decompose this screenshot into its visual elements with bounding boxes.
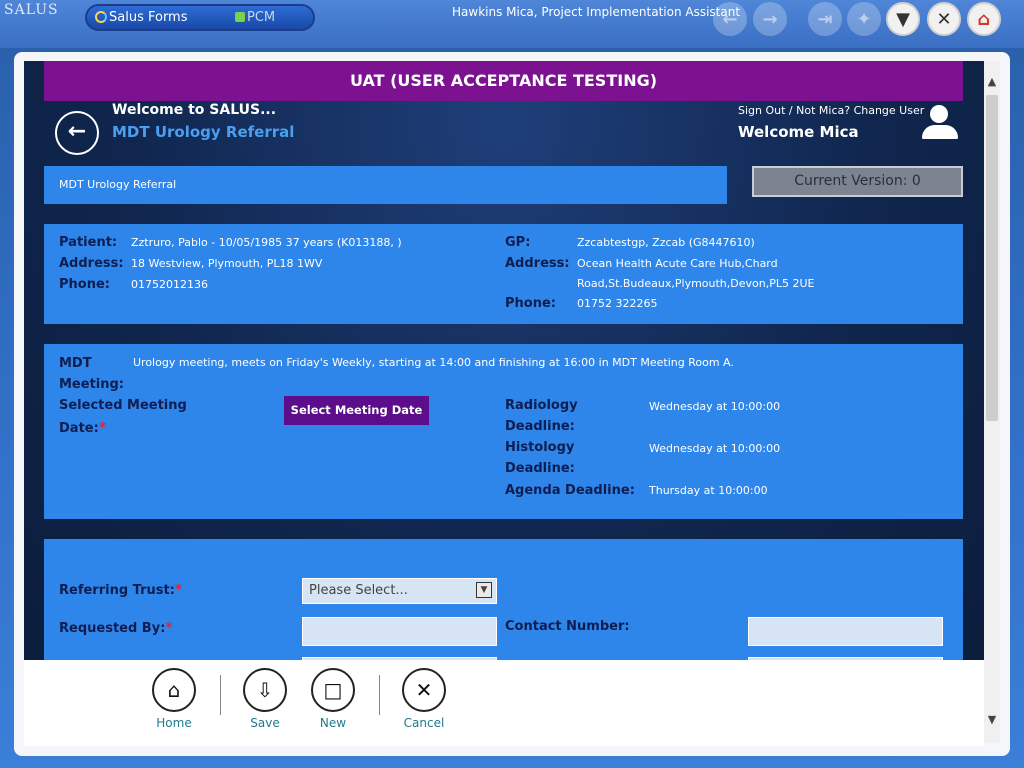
app-tab-salus-forms[interactable]: Salus Forms: [109, 10, 188, 25]
gp-address-label: Address:: [505, 256, 570, 271]
gp-phone-label: Phone:: [505, 296, 556, 311]
referring-trust-select[interactable]: Please Select... ▼: [302, 578, 497, 604]
cancel-label: Cancel: [403, 716, 445, 730]
referral-panel: Referring Trust:* Please Select... ▼ Req…: [44, 539, 963, 660]
selected-date-label-1: Selected Meeting: [59, 398, 187, 413]
agenda-value: Thursday at 10:00:00: [649, 484, 768, 497]
user-title: Hawkins Mica, Project Implementation Ass…: [452, 5, 741, 19]
exit-icon[interactable]: ⇥: [808, 2, 842, 36]
breadcrumb: MDT Urology Referral: [44, 166, 727, 204]
select-meeting-date-button[interactable]: Select Meeting Date: [284, 396, 429, 425]
bottom-action-bar: ⌂ Home ⇩ Save □ New ✕ Cancel: [24, 660, 984, 746]
mdt-label-2: Meeting:: [59, 377, 124, 392]
gp-phone-value: 01752 322265: [577, 297, 658, 310]
histology-value: Wednesday at 10:00:00: [649, 442, 781, 455]
radiology-label-2: Deadline:: [505, 419, 575, 434]
patient-panel: Patient: Zztruro, Pablo - 10/05/1985 37 …: [44, 224, 963, 324]
address-label: Address:: [59, 256, 124, 271]
salus-logo: SALUS: [4, 2, 59, 18]
new-button[interactable]: □: [311, 668, 355, 712]
salus-forms-icon: [95, 11, 107, 23]
referring-trust-label: Referring Trust:*: [59, 582, 183, 598]
cancel-button[interactable]: ✕: [402, 668, 446, 712]
scroll-thumb[interactable]: [986, 95, 998, 421]
home-icon: ⌂: [167, 678, 181, 702]
required-asterisk: *: [174, 582, 183, 598]
selected-date-label-2: Date:*: [59, 420, 107, 436]
divider: [220, 675, 221, 715]
vertical-scrollbar[interactable]: ▲ ▼: [984, 61, 1000, 743]
requested-by-label: Requested By:*: [59, 620, 173, 636]
meeting-panel: MDT Meeting: Urology meeting, meets on F…: [44, 344, 963, 519]
gp-address-line1: Ocean Health Acute Care Hub,Chard: [577, 257, 778, 270]
document-icon: □: [323, 678, 343, 702]
save-label: Save: [250, 716, 280, 730]
radiology-value: Wednesday at 10:00:00: [649, 400, 781, 413]
close-icon[interactable]: ✕: [927, 2, 961, 36]
form-title: MDT Urology Referral: [112, 123, 295, 141]
pcm-icon: [235, 12, 245, 22]
app-tab-pcm[interactable]: PCM: [247, 10, 275, 25]
contact-number-label: Contact Number:: [505, 619, 630, 634]
patient-label: Patient:: [59, 235, 118, 250]
welcome-user: Welcome Mica: [738, 123, 859, 141]
mdt-value: Urology meeting, meets on Friday's Weekl…: [133, 356, 734, 369]
top-bar: SALUS Salus Forms PCM Hawkins Mica, Proj…: [0, 0, 1024, 48]
mdt-label-1: MDT: [59, 356, 92, 371]
arrow-back-icon: ←: [67, 119, 87, 144]
divider: [379, 675, 380, 715]
home-button[interactable]: ⌂: [152, 668, 196, 712]
address-value: 18 Westview, Plymouth, PL18 1WV: [131, 257, 323, 270]
chevron-down-icon: ▼: [476, 582, 492, 598]
arrow-left-icon[interactable]: ←: [713, 2, 747, 36]
phone-value: 01752012136: [131, 278, 208, 291]
chevron-up-icon[interactable]: ▲: [986, 75, 998, 89]
tools-icon[interactable]: ✦: [847, 2, 881, 36]
phone-label: Phone:: [59, 277, 110, 292]
histology-label-2: Deadline:: [505, 461, 575, 476]
filter-icon[interactable]: ▼: [886, 2, 920, 36]
back-button[interactable]: ←: [55, 111, 99, 155]
gp-address-line2: Road,St.Budeaux,Plymouth,Devon,PL5 2UE: [577, 277, 815, 290]
user-icon: [918, 105, 962, 145]
requested-by-input[interactable]: [302, 617, 497, 646]
current-version-badge: Current Version: 0: [752, 166, 963, 197]
close-icon: ✕: [415, 678, 433, 702]
welcome-heading: Welcome to SALUS...: [112, 102, 277, 118]
home-icon[interactable]: ⌂: [967, 2, 1001, 36]
gp-value: Zzcabtestgp, Zzcab (G8447610): [577, 236, 755, 249]
required-asterisk: *: [98, 420, 107, 436]
agenda-label: Agenda Deadline:: [505, 483, 635, 498]
arrow-right-icon[interactable]: →: [753, 2, 787, 36]
save-button[interactable]: ⇩: [243, 668, 287, 712]
radiology-label-1: Radiology: [505, 398, 578, 413]
home-label: Home: [156, 716, 192, 730]
save-icon: ⇩: [256, 678, 274, 702]
app-switcher: Salus Forms PCM: [85, 4, 315, 31]
patient-value: Zztruro, Pablo - 10/05/1985 37 years (K0…: [131, 236, 402, 249]
chevron-down-icon[interactable]: ▼: [986, 713, 998, 727]
new-label: New: [319, 716, 347, 730]
contact-number-input[interactable]: [748, 617, 943, 646]
uat-banner: UAT (USER ACCEPTANCE TESTING): [44, 61, 963, 101]
required-asterisk: *: [165, 620, 173, 636]
gp-label: GP:: [505, 235, 531, 250]
referring-trust-value: Please Select...: [309, 583, 408, 598]
histology-label-1: Histology: [505, 440, 575, 455]
sign-out-link[interactable]: Sign Out / Not Mica? Change User: [738, 104, 924, 117]
form-content: UAT (USER ACCEPTANCE TESTING) ← Welcome …: [24, 61, 984, 660]
